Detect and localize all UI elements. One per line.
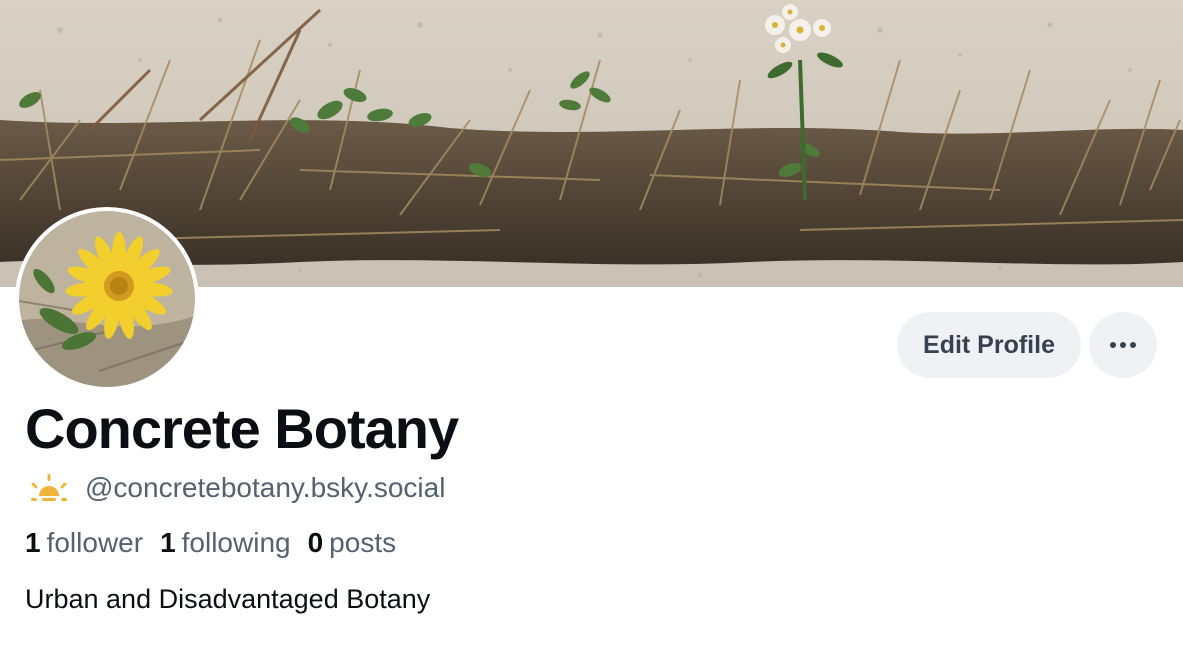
ellipsis-icon	[1110, 342, 1136, 348]
more-options-button[interactable]	[1089, 312, 1157, 378]
posts-count: 0	[307, 527, 324, 558]
following-stat[interactable]: 1 following	[160, 527, 291, 559]
sunrise-icon	[31, 474, 67, 501]
followers-label: follower	[46, 527, 144, 558]
following-count: 1	[160, 527, 176, 558]
followers-stat[interactable]: 1 follower	[25, 527, 143, 559]
edit-profile-button[interactable]: Edit Profile	[897, 312, 1081, 378]
profile-bio: Urban and Disadvantaged Botany	[25, 584, 431, 614]
posts-label: posts	[329, 527, 397, 558]
profile-handle[interactable]: @concretebotany.bsky.social	[85, 472, 445, 504]
posts-stat: 0 posts	[308, 527, 397, 559]
following-label: following	[181, 527, 291, 558]
profile-avatar[interactable]	[15, 207, 199, 391]
profile-page: Edit Profile Concrete Botany @concretebo…	[0, 0, 1183, 657]
avatar-image	[19, 211, 195, 387]
profile-stats: 1 follower 1 following 0 posts	[25, 526, 413, 560]
profile-display-name: Concrete Botany	[25, 397, 459, 460]
followers-count: 1	[25, 527, 41, 558]
edit-profile-label: Edit Profile	[923, 330, 1055, 359]
handle-row: @concretebotany.bsky.social	[27, 470, 445, 506]
